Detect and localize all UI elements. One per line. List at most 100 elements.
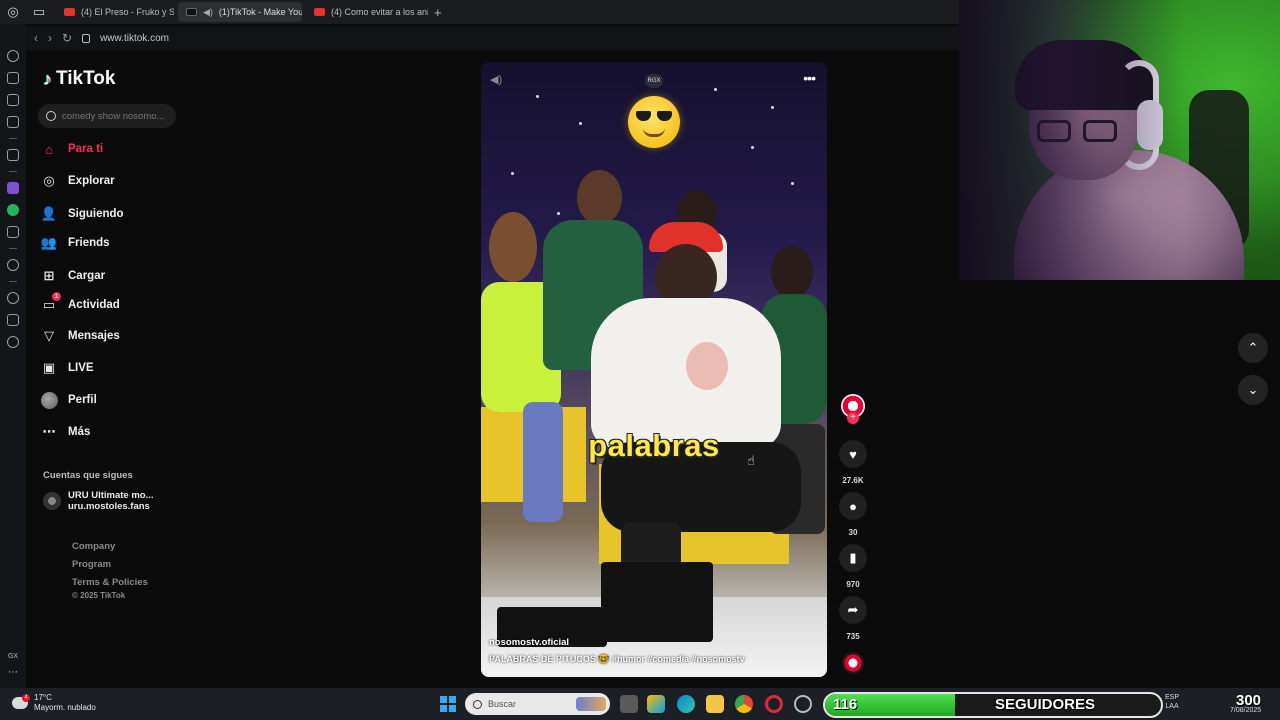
video-caption: palabras (588, 428, 720, 463)
menu-item-mas[interactable]: ⋯ Más (40, 423, 91, 441)
tiktok-logo[interactable]: ♪ TikTok (43, 68, 115, 90)
volume-icon[interactable]: ◀) (490, 73, 502, 86)
creator-avatar[interactable]: + (841, 394, 865, 424)
extensions-icon[interactable] (7, 314, 19, 326)
forward-icon[interactable]: › (48, 31, 52, 45)
menu-item-live[interactable]: ▣ LIVE (40, 359, 94, 377)
twitch-icon[interactable] (7, 182, 19, 194)
compass-icon: ◎ (43, 173, 55, 188)
video-feed: ◀) RGX ••• palabras ☝ nosomostv.oficial … (206, 50, 960, 688)
next-video-button[interactable]: ⌄ (1238, 375, 1268, 405)
menu-label: Cargar (68, 270, 106, 282)
weather-badge: 4 (22, 694, 30, 702)
search-input[interactable] (62, 110, 170, 122)
language-code: ESP (1165, 694, 1180, 701)
menu-item-cargar[interactable]: ⊞ Cargar (40, 267, 106, 285)
footer-link-terms[interactable]: Terms & Policies (72, 574, 148, 592)
weather-text: 17°C Mayorm. nublado (34, 693, 96, 713)
search-highlight-image (576, 697, 606, 711)
save-button[interactable]: ▮ (839, 544, 867, 572)
followed-account[interactable]: URU Ultimate mo... uru.mostoles.fans (43, 490, 154, 512)
file-explorer-icon[interactable] (706, 695, 724, 713)
music-player-icon[interactable] (7, 259, 19, 271)
gx-corner-icon[interactable]: GX (8, 653, 18, 660)
like-button[interactable]: ♥ (839, 440, 867, 468)
live-icon: ▣ (42, 360, 56, 375)
x-icon[interactable] (7, 226, 19, 238)
video-player[interactable]: ◀) RGX ••• palabras ☝ nosomostv.oficial … (481, 62, 827, 677)
menu-label: Más (68, 426, 91, 438)
speaker-icon[interactable]: ◀) (203, 7, 213, 18)
comment-count: 30 (848, 528, 858, 537)
aria-icon[interactable] (7, 50, 19, 62)
mail-icon[interactable] (7, 116, 19, 128)
tab-label: (4) Como evitar a los anim (331, 7, 428, 17)
search-box[interactable] (38, 104, 176, 128)
start-button[interactable] (440, 696, 456, 712)
divider (9, 138, 17, 139)
comment-button[interactable]: ● (839, 492, 867, 520)
menu-label: Para ti (68, 143, 104, 155)
arc-icon[interactable] (7, 149, 19, 161)
footer-links: Company Program Terms & Policies (72, 538, 148, 592)
video-description[interactable]: PALABRAS DE PITUCOS 🤓 #humor #comedia #n… (489, 654, 745, 665)
taskbar-search[interactable]: Buscar (465, 693, 610, 715)
opera-gx-icon[interactable] (765, 695, 783, 713)
menu-item-perfil[interactable]: Perfil (40, 391, 97, 409)
previous-video-button[interactable]: ⌃ (1238, 333, 1268, 363)
reload-icon[interactable]: ↻ (62, 31, 72, 45)
video-author[interactable]: nosomostv.oficial (489, 637, 569, 648)
weather-widget[interactable]: 4 17°C Mayorm. nublado (12, 693, 96, 713)
language-indicator[interactable]: ESP LAA (1165, 693, 1179, 711)
taskbar-search-placeholder: Buscar (488, 699, 517, 709)
cashback-icon[interactable] (7, 94, 19, 106)
settings-icon[interactable] (7, 336, 19, 348)
share-icon: ➦ (847, 602, 859, 617)
opera-menu-icon[interactable]: ◎ (0, 0, 26, 24)
tab-tiktok[interactable]: ◀) (1)TikTok - Make You (178, 2, 302, 22)
menu-item-explorar[interactable]: ◎ Explorar (40, 172, 114, 190)
menu-item-friends[interactable]: 👥 Friends (40, 234, 110, 252)
menu-item-para-ti[interactable]: ⌂ Para ti (40, 140, 103, 158)
browser-sidebar: GX ⋯ (0, 24, 26, 688)
steam-icon[interactable] (794, 695, 812, 713)
home-icon: ⌂ (45, 141, 53, 157)
url-text[interactable]: www.tiktok.com (100, 33, 169, 44)
tab-como-evitar[interactable]: (4) Como evitar a los anim (306, 2, 428, 22)
followers-label: SEGUIDORES (995, 696, 1096, 713)
mouse-cursor: ☝ (747, 453, 755, 468)
language-sub: LAA (1165, 703, 1179, 710)
man-red-cap (591, 222, 801, 607)
more-sidebar-icon[interactable]: ⋯ (8, 667, 18, 678)
chrome-icon[interactable] (735, 695, 753, 713)
share-button[interactable]: ➦ (839, 596, 867, 624)
address-bar: ‹ › ↻ www.tiktok.com (26, 26, 960, 50)
bookmark-icon: ▮ (849, 550, 857, 565)
new-tab-button[interactable]: + (434, 5, 442, 20)
heart-icon: ♥ (849, 446, 857, 462)
follow-plus-icon[interactable]: + (847, 412, 859, 424)
menu-item-siguiendo[interactable]: 👤 Siguiendo (40, 205, 124, 223)
following-section-title: Cuentas que sigues (43, 470, 133, 481)
weather-desc: Mayorm. nublado (34, 703, 96, 712)
back-icon[interactable]: ‹ (34, 31, 38, 45)
music-disc-icon[interactable] (842, 652, 864, 674)
video-menu-icon[interactable]: ••• (803, 70, 816, 86)
footer-link-program[interactable]: Program (72, 556, 148, 574)
shopping-icon[interactable] (7, 72, 19, 84)
history-icon[interactable] (7, 292, 19, 304)
footer-link-company[interactable]: Company (72, 538, 148, 556)
windows-taskbar: 4 17°C Mayorm. nublado Buscar 116 SEGUID… (0, 688, 1280, 720)
logo-text: TikTok (56, 68, 116, 89)
whatsapp-icon[interactable] (7, 204, 19, 216)
save-count: 970 (846, 580, 860, 589)
menu-item-actividad[interactable]: ▭ 1 Actividad (40, 292, 120, 314)
copilot-icon[interactable] (647, 695, 665, 713)
tab-el-preso[interactable]: (4) El Preso - Fruko y Sus (56, 2, 174, 22)
upload-icon: ⊞ (43, 268, 55, 283)
task-view-icon[interactable] (620, 695, 638, 713)
tab-overview-icon[interactable]: ▭ (26, 0, 52, 24)
weather-temp: 17°C (34, 693, 52, 702)
edge-icon[interactable] (677, 695, 695, 713)
menu-item-mensajes[interactable]: ▽ Mensajes (40, 327, 120, 345)
